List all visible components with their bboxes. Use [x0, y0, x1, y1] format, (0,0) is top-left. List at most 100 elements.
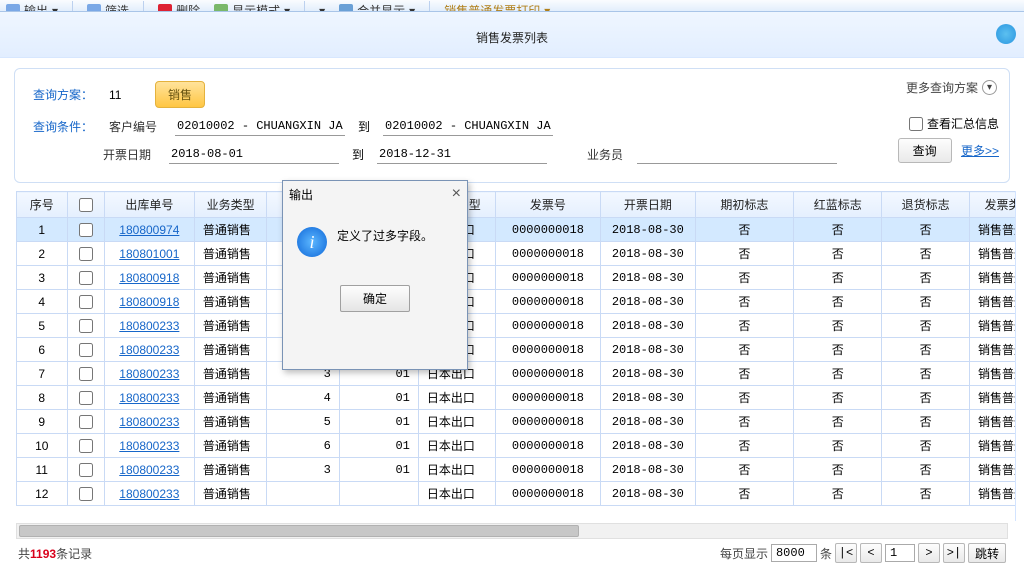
horizontal-scrollbar[interactable]	[16, 523, 1008, 539]
table-row[interactable]: 3180800918普通销售日本出口00000000182018-08-30否否…	[17, 266, 1017, 290]
table-row[interactable]: 4180800918普通销售日本出口00000000182018-08-30否否…	[17, 290, 1017, 314]
cell-outno[interactable]: 180800233	[104, 386, 194, 410]
row-checkbox[interactable]	[79, 319, 93, 333]
row-checkbox[interactable]	[79, 367, 93, 381]
cell-check[interactable]	[67, 242, 104, 266]
table-row[interactable]: 12180800233普通销售日本出口00000000182018-08-30否…	[17, 482, 1017, 506]
cust-from-input[interactable]	[175, 116, 345, 136]
date-from-input[interactable]	[169, 144, 339, 164]
row-checkbox[interactable]	[79, 463, 93, 477]
row-checkbox[interactable]	[79, 487, 93, 501]
cell-outno[interactable]: 180800233	[104, 410, 194, 434]
col-init[interactable]: 期初标志	[695, 192, 794, 218]
col-invno[interactable]: 发票号	[495, 192, 600, 218]
date-to-input[interactable]	[377, 144, 547, 164]
outno-link[interactable]: 180800233	[119, 319, 179, 333]
outno-link[interactable]: 180800233	[119, 367, 179, 381]
tb-display-mode[interactable]: 显示模式▾	[214, 0, 290, 12]
table-row[interactable]: 8180800233普通销售401日本出口00000000182018-08-3…	[17, 386, 1017, 410]
row-checkbox[interactable]	[79, 223, 93, 237]
first-page-button[interactable]: |<	[835, 543, 857, 563]
outno-link[interactable]: 180801001	[119, 247, 179, 261]
outno-link[interactable]: 180800918	[119, 295, 179, 309]
cell-outno[interactable]: 180800233	[104, 434, 194, 458]
ok-button[interactable]: 确定	[340, 285, 410, 312]
cell-outno[interactable]: 180800233	[104, 338, 194, 362]
row-checkbox[interactable]	[79, 439, 93, 453]
sale-scheme-button[interactable]: 销售	[155, 81, 205, 108]
outno-link[interactable]: 180800974	[119, 223, 179, 237]
cell-check[interactable]	[67, 386, 104, 410]
summary-checkbox-label[interactable]: 查看汇总信息	[898, 115, 999, 132]
table-row[interactable]: 7180800233普通销售301日本出口00000000182018-08-3…	[17, 362, 1017, 386]
cust-to-input[interactable]	[383, 116, 553, 136]
next-page-button[interactable]: >	[918, 543, 940, 563]
tb-delete[interactable]: 删除	[158, 0, 200, 12]
cell-outno[interactable]: 180800233	[104, 482, 194, 506]
summary-checkbox[interactable]	[909, 117, 923, 131]
cell-check[interactable]	[67, 434, 104, 458]
table-row[interactable]: 2180801001普通销售日本出口00000000182018-08-30否否…	[17, 242, 1017, 266]
outno-link[interactable]: 180800233	[119, 391, 179, 405]
close-icon[interactable]: ×	[452, 185, 461, 203]
cell-check[interactable]	[67, 338, 104, 362]
scheme-label: 查询方案：	[33, 86, 93, 103]
query-button[interactable]: 查询	[898, 138, 952, 163]
cell-check[interactable]	[67, 458, 104, 482]
tb-unknown[interactable]: ▾	[319, 0, 325, 12]
col-outno[interactable]: 出库单号	[104, 192, 194, 218]
cell-check[interactable]	[67, 314, 104, 338]
col-ret[interactable]: 退货标志	[882, 192, 970, 218]
scrollbar-thumb[interactable]	[19, 525, 579, 537]
row-checkbox[interactable]	[79, 295, 93, 309]
outno-link[interactable]: 180800233	[119, 463, 179, 477]
table-row[interactable]: 1180800974普通销售日本出口00000000182018-08-30否否…	[17, 218, 1017, 242]
cell-check[interactable]	[67, 290, 104, 314]
row-checkbox[interactable]	[79, 247, 93, 261]
cell-check[interactable]	[67, 362, 104, 386]
outno-link[interactable]: 180800233	[119, 415, 179, 429]
col-seqno[interactable]: 序号	[17, 192, 68, 218]
row-checkbox[interactable]	[79, 271, 93, 285]
tb-merge-display[interactable]: 合并显示▾	[339, 0, 415, 12]
table-row[interactable]: 11180800233普通销售301日本出口00000000182018-08-…	[17, 458, 1017, 482]
col-rb[interactable]: 红蓝标志	[794, 192, 882, 218]
table-row[interactable]: 9180800233普通销售501日本出口00000000182018-08-3…	[17, 410, 1017, 434]
cell-check[interactable]	[67, 482, 104, 506]
outno-link[interactable]: 180800918	[119, 271, 179, 285]
cell-outno[interactable]: 180800233	[104, 314, 194, 338]
header-checkbox[interactable]	[79, 198, 93, 212]
cell-check[interactable]	[67, 410, 104, 434]
last-page-button[interactable]: >|	[943, 543, 965, 563]
tb-print[interactable]: 销售普通发票打印▾	[444, 0, 550, 12]
cell-outno[interactable]: 180800918	[104, 290, 194, 314]
cell-outno[interactable]: 180801001	[104, 242, 194, 266]
outno-link[interactable]: 180800233	[119, 343, 179, 357]
jump-button[interactable]: 跳转	[968, 543, 1006, 563]
cell-outno[interactable]: 180800918	[104, 266, 194, 290]
salesperson-input[interactable]	[637, 144, 837, 164]
table-row[interactable]: 10180800233普通销售601日本出口00000000182018-08-…	[17, 434, 1017, 458]
prev-page-button[interactable]: <	[860, 543, 882, 563]
refresh-icon[interactable]	[996, 24, 1016, 44]
cell-check[interactable]	[67, 266, 104, 290]
tb-export[interactable]: 输出▾	[6, 0, 58, 12]
col-biz[interactable]: 业务类型	[194, 192, 266, 218]
table-row[interactable]: 6180800233普通销售日本出口00000000182018-08-30否否…	[17, 338, 1017, 362]
col-kind[interactable]: 发票类	[970, 192, 1016, 218]
cell-check[interactable]	[67, 218, 104, 242]
row-checkbox[interactable]	[79, 391, 93, 405]
cell-outno[interactable]: 180800233	[104, 458, 194, 482]
tb-filter[interactable]: 筛选	[87, 0, 129, 12]
outno-link[interactable]: 180800233	[119, 439, 179, 453]
cell-outno[interactable]: 180800974	[104, 218, 194, 242]
more-scheme-link[interactable]: 更多查询方案 ▾	[906, 79, 997, 96]
col-invdate[interactable]: 开票日期	[601, 192, 695, 218]
row-checkbox[interactable]	[79, 343, 93, 357]
table-row[interactable]: 5180800233普通销售日本出口00000000182018-08-30否否…	[17, 314, 1017, 338]
row-checkbox[interactable]	[79, 415, 93, 429]
col-check[interactable]	[67, 192, 104, 218]
cell-outno[interactable]: 180800233	[104, 362, 194, 386]
more-cond-link[interactable]: 更多>>	[961, 144, 999, 158]
outno-link[interactable]: 180800233	[119, 487, 179, 501]
